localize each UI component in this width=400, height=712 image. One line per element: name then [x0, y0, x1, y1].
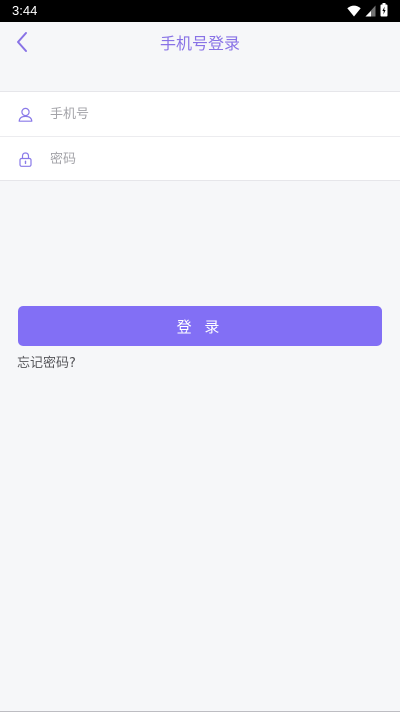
user-icon	[17, 106, 33, 122]
signal-icon	[365, 2, 376, 21]
lock-icon	[17, 151, 33, 167]
login-button[interactable]: 登 录	[18, 306, 382, 346]
wifi-icon	[347, 2, 361, 21]
password-row	[0, 136, 400, 181]
page-title: 手机号登录	[159, 34, 240, 53]
nav-bar: 手机号登录	[0, 22, 400, 66]
status-time: 3:44	[12, 3, 38, 18]
forgot-password-link[interactable]: 忘记密码?	[17, 355, 76, 373]
battery-icon	[380, 2, 388, 21]
password-input[interactable]	[50, 144, 384, 174]
status-bar: 3:44	[0, 0, 400, 22]
status-icons	[347, 2, 388, 21]
phone-row	[0, 92, 400, 136]
login-form	[0, 91, 400, 181]
phone-input[interactable]	[50, 99, 384, 129]
